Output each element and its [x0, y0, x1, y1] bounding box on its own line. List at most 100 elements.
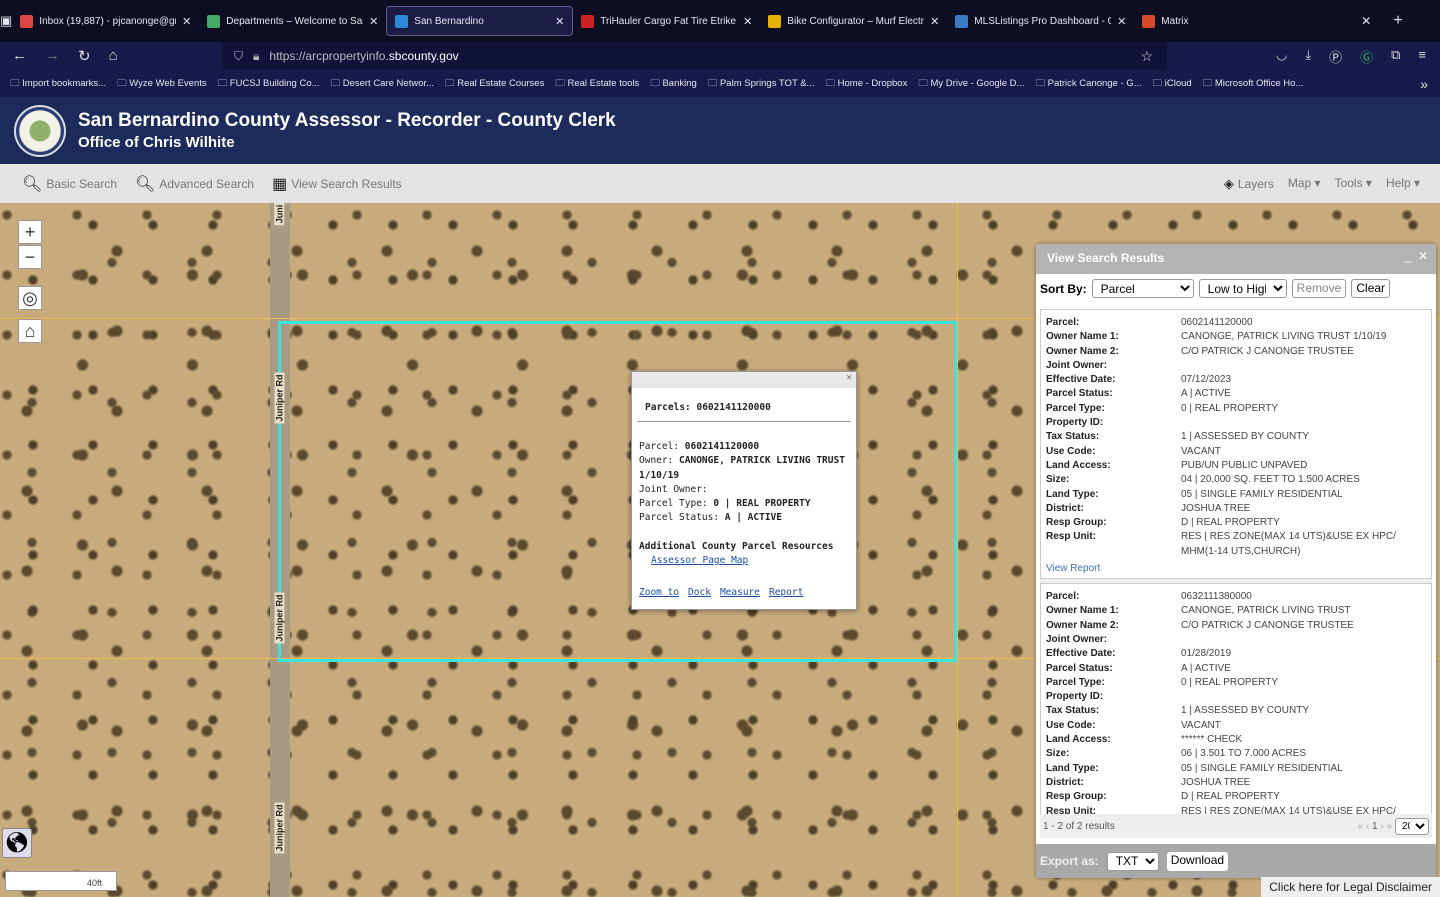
browser-tab[interactable]: Matrix [1134, 6, 1321, 36]
sort-order-select[interactable]: Low to High [1198, 279, 1287, 298]
popup-joint-owner: Joint Owner: [639, 483, 708, 495]
record-field: Land Access: ****** CHECK [1046, 733, 1425, 747]
url-input[interactable]: ⛉ 🔒︎ https://arcpropertyinfo.sbcounty.gov ☆ [222, 42, 1167, 70]
extension-p-icon[interactable]: Ⓟ [1329, 47, 1342, 66]
result-record: Parcel: 0602141120000 Owner Name 1: CANONGE… [1040, 309, 1432, 580]
more-bookmarks-icon[interactable]: » [1420, 76, 1428, 92]
export-format-select[interactable]: TXT [1106, 851, 1159, 871]
sort-field-select[interactable]: Parcel [1091, 279, 1194, 298]
download-icon[interactable]: ⤓ [1305, 47, 1311, 66]
forward-button[interactable]: → [45, 47, 60, 65]
field-label: Parcel: [1046, 317, 1080, 328]
field-label: District: [1046, 502, 1084, 514]
bookmark-item[interactable]: 🗀︎ Import bookmarks... [10, 76, 106, 92]
browser-tab[interactable]: TriHauler Cargo Fat Tire Etrike (✕ [573, 6, 760, 36]
bookmark-item[interactable]: 🗀︎ Palm Springs TOT &... [708, 76, 815, 92]
pagination[interactable]: « ‹ 1 › » [1358, 821, 1392, 832]
pocket-icon[interactable]: ◡ [1276, 47, 1287, 66]
close-tab-icon[interactable]: ✕ [182, 15, 191, 28]
legal-disclaimer-link[interactable]: Click here for Legal Disclaimer [1261, 877, 1440, 897]
record-field: Property ID: [1046, 690, 1425, 704]
tools-menu[interactable]: Tools ▾ [1335, 176, 1372, 192]
reload-button[interactable]: ↻ [78, 47, 91, 65]
close-tab-icon[interactable]: ✕ [1361, 14, 1371, 28]
map-view[interactable]: Juniper Rd Juniper Rd Juniper Rd Juni + … [0, 203, 1440, 897]
view-report-link[interactable]: View Report [1046, 563, 1100, 574]
sort-label: Sort By: [1040, 281, 1087, 296]
locate-icon[interactable]: ◎ [18, 286, 42, 310]
field-label: Owner Name 1: [1046, 331, 1119, 343]
bookmark-star-icon[interactable]: ☆ [1140, 48, 1153, 65]
bookmark-item[interactable]: 🗀︎ Microsoft Office Ho... [1203, 76, 1304, 92]
browser-tab[interactable]: Inbox (19,887) - pjcanonge@gm ✕ [12, 6, 199, 36]
advanced-search-button[interactable]: 🔍︎ Advanced Search [135, 174, 254, 194]
export-bar: Export as: TXT Download [1036, 844, 1436, 878]
close-tab-icon[interactable]: ✕ [930, 15, 939, 28]
tab-overview-icon[interactable]: ▣ [0, 13, 12, 29]
basemap-globe-icon[interactable]: 🌎︎ [2, 828, 32, 858]
bookmark-item[interactable]: 🗀︎ My Drive - Google D... [918, 76, 1024, 92]
close-tab-icon[interactable]: ✕ [555, 15, 564, 28]
folder-icon: 🗀︎ [117, 77, 127, 89]
browser-tab[interactable]: MLSListings Pro Dashboard - 0 ✕ [947, 6, 1134, 36]
field-value: 05 | SINGLE FAMILY RESIDENTIAL [1181, 762, 1343, 774]
remove-button[interactable]: Remove [1291, 279, 1347, 298]
measure-link[interactable]: Measure [720, 586, 760, 600]
close-tab-icon[interactable]: ✕ [743, 15, 752, 28]
layers-button[interactable]: ◈ Layers [1224, 176, 1274, 192]
clear-button[interactable]: Clear [1351, 279, 1391, 298]
field-value: 1 | ASSESSED BY COUNTY [1181, 431, 1310, 443]
view-search-results-button[interactable]: ▦ View Search Results [272, 174, 402, 194]
map-menu-label: Map [1287, 175, 1312, 190]
folder-icon: 🗀︎ [650, 77, 660, 89]
bookmark-item[interactable]: 🗀︎ FUCSJ Building Co... [218, 76, 320, 92]
layers-label: Layers [1237, 176, 1274, 191]
app-toolbar: 🔍︎ Basic Search 🔍︎ Advanced Search ▦ View S… [0, 164, 1440, 203]
back-button[interactable]: ← [12, 47, 27, 65]
close-panel-icon[interactable]: ✕ [1418, 249, 1428, 263]
browser-tab[interactable]: San Bernardino ✕ [386, 6, 574, 36]
help-menu[interactable]: Help ▾ [1386, 176, 1420, 192]
home-button[interactable]: ⌂ [109, 47, 118, 65]
grammarly-icon[interactable]: Ⓖ [1360, 47, 1373, 66]
zoom-to-link[interactable]: Zoom to [639, 586, 679, 600]
tab-title: Inbox (19,887) - pjcanonge@gm [39, 15, 177, 27]
site-subtitle: Office of Chris Wilhite [78, 134, 235, 151]
bookmark-item[interactable]: 🗀︎ Desert Care Networ... [331, 76, 435, 92]
zoom-in-button[interactable]: + [18, 220, 42, 244]
field-label: Use Code: [1046, 445, 1096, 457]
minimize-icon[interactable]: _ [1405, 249, 1412, 263]
bookmark-item[interactable]: 🗀︎ Real Estate Courses [445, 76, 544, 92]
map-menu[interactable]: Map ▾ [1288, 176, 1321, 192]
close-tab-icon[interactable]: ✕ [1117, 15, 1126, 28]
home-extent-icon[interactable]: ⌂ [18, 319, 42, 343]
tab-bar: ▣ Inbox (19,887) - pjcanonge@gm ✕ Departme… [0, 0, 1440, 42]
browser-tab[interactable]: Bike Configurator – Murf Electri ✕ [760, 6, 947, 36]
bookmark-label: Real Estate tools [567, 77, 640, 89]
bookmark-item[interactable]: 🗀︎ Patrick Canonge - G... [1035, 76, 1141, 92]
download-button[interactable]: Download [1166, 851, 1229, 871]
road-label: Juniper Rd [274, 802, 285, 854]
extensions-icon[interactable]: ⧉ [1391, 47, 1400, 66]
zoom-out-button[interactable]: − [18, 245, 42, 269]
browser-tab[interactable]: Departments – Welcome to San ✕ [199, 6, 386, 36]
bookmark-item[interactable]: 🗀︎ Banking [650, 76, 697, 92]
results-list[interactable]: Parcel: 0602141120000 Owner Name 1: CANONGE… [1040, 309, 1432, 834]
close-tab-icon[interactable]: ✕ [369, 15, 378, 28]
basic-search-button[interactable]: 🔍︎ Basic Search [22, 174, 117, 194]
bookmark-item[interactable]: 🗀︎ iCloud [1153, 76, 1192, 92]
report-link[interactable]: Report [769, 586, 803, 600]
bookmark-item[interactable]: 🗀︎ Wyze Web Events [117, 76, 207, 92]
current-page: 1 [1371, 820, 1378, 832]
new-tab-button[interactable]: + [1393, 12, 1402, 30]
menu-icon[interactable]: ≡ [1418, 47, 1426, 66]
dock-link[interactable]: Dock [688, 586, 711, 600]
tab-favicon-icon [207, 14, 221, 28]
url-domain: sbcounty.gov [388, 49, 459, 63]
record-field: Joint Owner: [1046, 359, 1425, 373]
assessor-page-map-link[interactable]: Assessor Page Map [651, 555, 748, 566]
close-popup-icon[interactable]: ✕ [846, 372, 852, 383]
bookmark-item[interactable]: 🗀︎ Home - Dropbox [825, 76, 907, 92]
page-size-select[interactable]: 20 [1395, 817, 1429, 835]
bookmark-item[interactable]: 🗀︎ Real Estate tools [555, 76, 639, 92]
